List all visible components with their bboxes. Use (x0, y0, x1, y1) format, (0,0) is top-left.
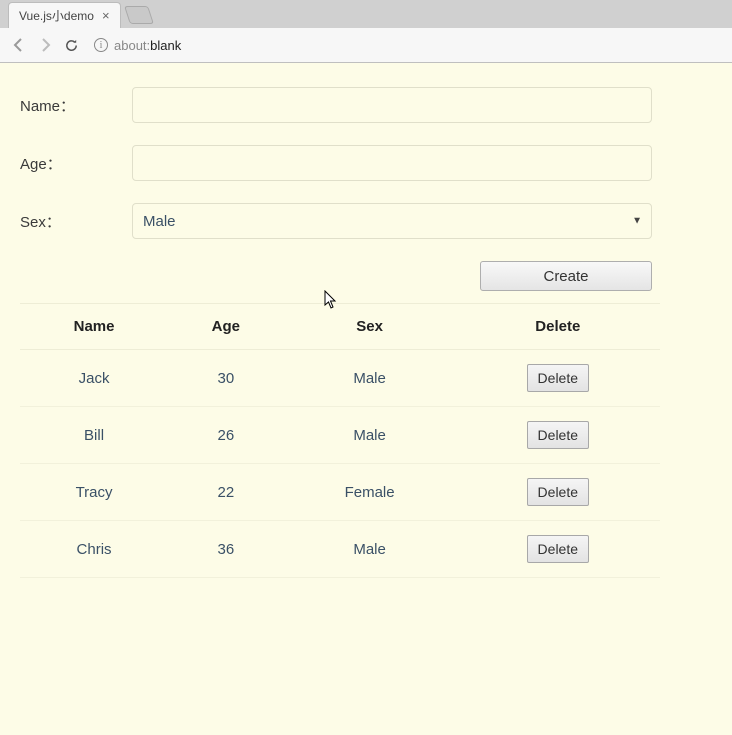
forward-button[interactable] (36, 36, 54, 54)
form-row-name: Name： (20, 87, 712, 123)
table-row: Bill26Male Delete (20, 407, 660, 464)
delete-button[interactable]: Delete (527, 478, 589, 506)
url-host: blank (150, 38, 181, 53)
cell-delete: Delete (456, 350, 660, 407)
back-button[interactable] (10, 36, 28, 54)
arrow-left-icon (11, 37, 27, 53)
cell-age: 30 (168, 350, 284, 407)
reload-icon (64, 38, 79, 53)
address-bar[interactable]: i about:blank (88, 38, 722, 53)
col-header-sex: Sex (284, 304, 456, 350)
cell-name: Tracy (20, 464, 168, 521)
tab-title: Vue.js小demo (19, 7, 94, 24)
page-content: Name： Age： Sex： Male ▼ Create Name Age S… (0, 63, 732, 735)
table-row: Chris36Male Delete (20, 521, 660, 578)
url-text: about:blank (114, 38, 181, 53)
cell-delete: Delete (456, 464, 660, 521)
sex-label: Sex： (20, 211, 132, 232)
cell-sex: Male (284, 350, 456, 407)
name-input[interactable] (132, 87, 652, 123)
new-tab-button[interactable] (124, 6, 154, 24)
browser-tab[interactable]: Vue.js小demo × (8, 2, 121, 28)
browser-chrome: Vue.js小demo × i about:blank (0, 0, 732, 63)
name-label: Name： (20, 95, 132, 116)
site-info-icon[interactable]: i (94, 38, 108, 52)
tab-strip: Vue.js小demo × (0, 0, 732, 28)
table-row: Jack30Male Delete (20, 350, 660, 407)
cell-name: Jack (20, 350, 168, 407)
close-tab-icon[interactable]: × (102, 8, 110, 23)
delete-button[interactable]: Delete (527, 364, 589, 392)
delete-button[interactable]: Delete (527, 535, 589, 563)
form-actions: Create (20, 261, 652, 291)
age-label: Age： (20, 153, 132, 174)
col-header-delete: Delete (456, 304, 660, 350)
cell-sex: Male (284, 521, 456, 578)
age-input[interactable] (132, 145, 652, 181)
reload-button[interactable] (62, 36, 80, 54)
cell-name: Chris (20, 521, 168, 578)
delete-button[interactable]: Delete (527, 421, 589, 449)
url-protocol: about: (114, 38, 150, 53)
browser-toolbar: i about:blank (0, 28, 732, 62)
create-button[interactable]: Create (480, 261, 652, 291)
cell-sex: Female (284, 464, 456, 521)
col-header-age: Age (168, 304, 284, 350)
arrow-right-icon (37, 37, 53, 53)
cell-age: 26 (168, 407, 284, 464)
cell-delete: Delete (456, 521, 660, 578)
sex-select[interactable]: Male (132, 203, 652, 239)
table-row: Tracy22Female Delete (20, 464, 660, 521)
cell-name: Bill (20, 407, 168, 464)
cell-age: 36 (168, 521, 284, 578)
cell-age: 22 (168, 464, 284, 521)
cell-delete: Delete (456, 407, 660, 464)
people-table: Name Age Sex Delete Jack30MaleDeleteBill… (20, 303, 660, 578)
table-header-row: Name Age Sex Delete (20, 304, 660, 350)
col-header-name: Name (20, 304, 168, 350)
form-row-sex: Sex： Male ▼ (20, 203, 712, 239)
form-row-age: Age： (20, 145, 712, 181)
cell-sex: Male (284, 407, 456, 464)
